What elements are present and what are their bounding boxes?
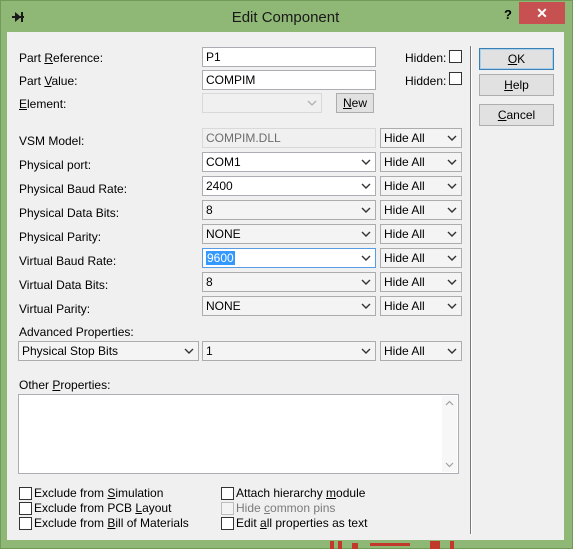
exclude-pcb-layout-label: Exclude from PCB Layout xyxy=(34,501,172,515)
help-icon[interactable]: ? xyxy=(499,6,517,24)
chevron-down-icon xyxy=(447,159,457,165)
physical-baud-rate-label: Physical Baud Rate: xyxy=(19,182,128,196)
vertical-scrollbar[interactable] xyxy=(442,396,457,472)
vsm-model-label: VSM Model: xyxy=(19,134,85,148)
hide-common-pins-checkbox xyxy=(221,502,234,515)
virtual-baud-rate-label: Virtual Baud Rate: xyxy=(19,254,117,268)
exclude-pcb-layout-checkbox[interactable] xyxy=(19,502,32,515)
physical-parity-visibility[interactable]: Hide All xyxy=(380,224,462,244)
virtual-data-bits-combo[interactable]: 8 xyxy=(202,272,376,292)
chevron-down-icon xyxy=(184,348,194,354)
chevron-down-icon xyxy=(307,100,317,106)
selected-text[interactable]: 9600 xyxy=(206,251,235,265)
exclude-simulation-label: Exclude from Simulation xyxy=(34,486,164,500)
exclude-simulation-checkbox[interactable] xyxy=(19,487,32,500)
part-reference-input[interactable]: P1 xyxy=(202,47,376,67)
virtual-baud-rate-combo[interactable]: 9600 xyxy=(202,248,376,268)
chevron-down-icon xyxy=(447,303,457,309)
other-properties-textarea[interactable] xyxy=(18,394,459,474)
advanced-value-combo[interactable]: 1 xyxy=(202,341,376,361)
physical-data-bits-combo[interactable]: 8 xyxy=(202,200,376,220)
physical-baud-rate-combo[interactable]: 2400 xyxy=(202,176,376,196)
chevron-down-icon xyxy=(447,255,457,261)
advanced-visibility-combo[interactable]: Hide All xyxy=(380,341,462,361)
physical-data-bits-label: Physical Data Bits: xyxy=(19,206,120,220)
hide-common-pins-label: Hide common pins xyxy=(236,501,336,515)
part-value-label: Part Value: xyxy=(19,74,78,88)
chevron-down-icon xyxy=(361,207,371,213)
chevron-down-icon xyxy=(361,348,371,354)
physical-parity-combo[interactable]: NONE xyxy=(202,224,376,244)
physical-port-label: Physical port: xyxy=(19,158,92,172)
physical-port-visibility[interactable]: Hide All xyxy=(380,152,462,172)
part-value-input[interactable]: COMPIM xyxy=(202,70,376,90)
attach-hierarchy-checkbox[interactable] xyxy=(221,487,234,500)
attach-hierarchy-label: Attach hierarchy module xyxy=(236,486,366,500)
virtual-data-bits-visibility[interactable]: Hide All xyxy=(380,272,462,292)
exclude-bom-label: Exclude from Bill of Materials xyxy=(34,516,189,530)
virtual-baud-rate-visibility[interactable]: Hide All xyxy=(380,248,462,268)
hidden-label-reference: Hidden: xyxy=(405,51,447,65)
chevron-down-icon xyxy=(447,207,457,213)
advanced-property-combo[interactable]: Physical Stop Bits xyxy=(18,341,199,361)
chevron-down-icon xyxy=(361,159,371,165)
vsm-model-input: COMPIM.DLL xyxy=(202,128,376,148)
hidden-reference-checkbox[interactable] xyxy=(449,50,462,63)
chevron-down-icon xyxy=(447,279,457,285)
title-bar[interactable]: Edit Component ? ✕ xyxy=(1,1,570,32)
physical-data-bits-visibility[interactable]: Hide All xyxy=(380,200,462,220)
chevron-down-icon xyxy=(361,279,371,285)
element-label: Element: xyxy=(19,97,67,111)
virtual-parity-label: Virtual Parity: xyxy=(19,302,91,316)
edit-all-properties-label: Edit all properties as text xyxy=(236,516,368,530)
hidden-label-value: Hidden: xyxy=(405,74,447,88)
chevron-down-icon xyxy=(361,231,371,237)
physical-baud-rate-visibility[interactable]: Hide All xyxy=(380,176,462,196)
vsm-model-visibility[interactable]: Hide All xyxy=(380,128,462,148)
new-button[interactable]: New xyxy=(336,93,374,113)
chevron-down-icon xyxy=(447,348,457,354)
advanced-properties-label: Advanced Properties: xyxy=(19,325,134,339)
physical-parity-label: Physical Parity: xyxy=(19,230,102,244)
virtual-data-bits-label: Virtual Data Bits: xyxy=(19,278,109,292)
close-button[interactable]: ✕ xyxy=(519,2,565,24)
chevron-down-icon xyxy=(447,183,457,189)
element-combo xyxy=(202,93,322,113)
chevron-down-icon xyxy=(447,231,457,237)
chevron-down-icon xyxy=(447,135,457,141)
edit-all-properties-checkbox[interactable] xyxy=(221,517,234,530)
exclude-bom-checkbox[interactable] xyxy=(19,517,32,530)
virtual-parity-visibility[interactable]: Hide All xyxy=(380,296,462,316)
background-schematic-fragment xyxy=(330,541,454,549)
chevron-down-icon xyxy=(361,183,371,189)
physical-port-combo[interactable]: COM1 xyxy=(202,152,376,172)
hidden-value-checkbox[interactable] xyxy=(449,72,462,85)
chevron-down-icon xyxy=(361,303,371,309)
window-title: Edit Component xyxy=(231,9,340,26)
chevron-down-icon xyxy=(361,255,371,261)
vertical-divider-highlight xyxy=(471,46,472,534)
other-properties-label: Other Properties: xyxy=(19,378,111,392)
ok-button[interactable]: OK xyxy=(479,48,554,70)
help-button[interactable]: Help xyxy=(479,74,554,96)
part-reference-label: Part Reference: xyxy=(19,51,104,65)
virtual-parity-combo[interactable]: NONE xyxy=(202,296,376,316)
cancel-button[interactable]: Cancel xyxy=(479,104,554,126)
